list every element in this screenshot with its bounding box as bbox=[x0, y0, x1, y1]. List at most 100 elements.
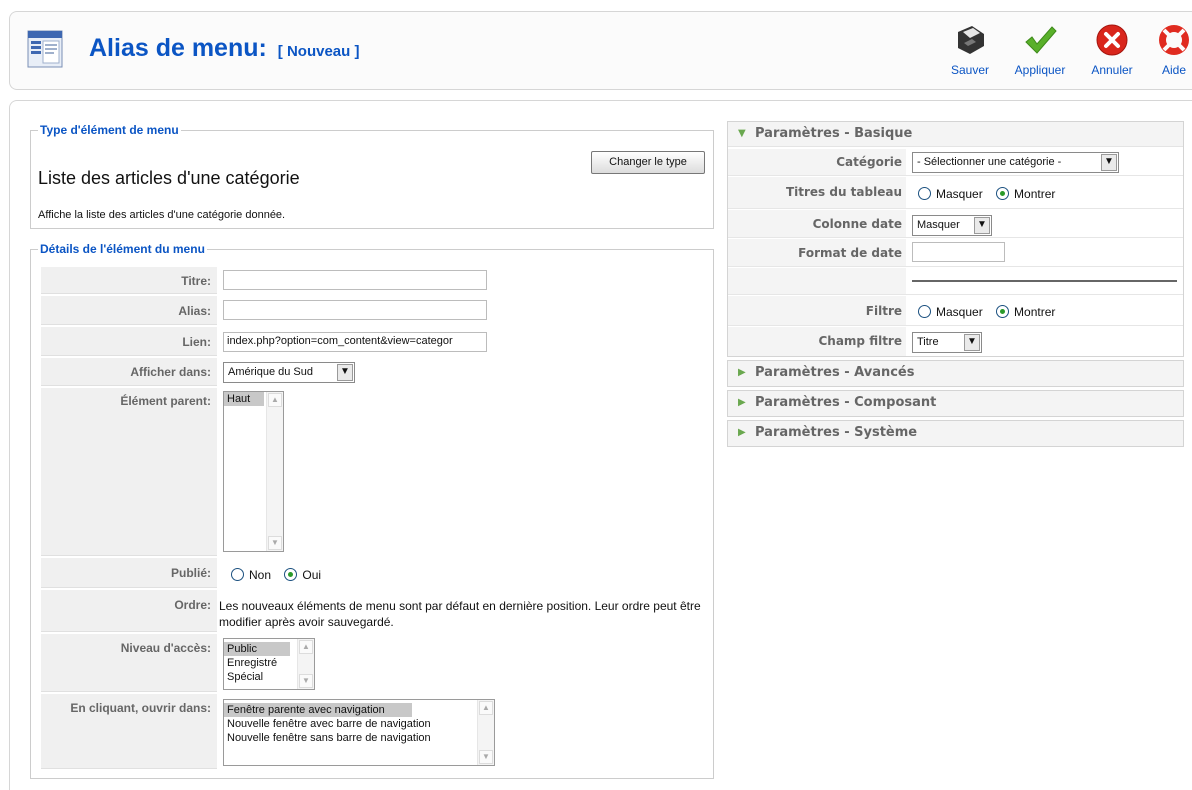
scroll-down-icon[interactable]: ▼ bbox=[479, 750, 493, 764]
published-yes-label: Oui bbox=[302, 568, 322, 582]
parent-option[interactable]: Haut bbox=[224, 392, 264, 406]
filter-show-label: Montrer bbox=[1014, 305, 1056, 319]
filter-show-radio[interactable] bbox=[996, 305, 1010, 318]
menu-type-heading: Liste des articles d'une catégorie bbox=[38, 168, 300, 188]
table-titles-hide-radio[interactable] bbox=[918, 187, 931, 200]
cancel-button[interactable]: Annuler bbox=[1077, 22, 1147, 77]
open-in-option[interactable]: Nouvelle fenêtre avec barre de navigatio… bbox=[224, 717, 494, 731]
category-select[interactable]: - Sélectionner une catégorie - ▼ bbox=[912, 152, 1119, 173]
toolbar: Alias de menu: [ Nouveau ] Sauver Appliq… bbox=[9, 11, 1192, 90]
save-label: Sauver bbox=[950, 63, 990, 77]
open-in-label: En cliquant, ouvrir dans: bbox=[41, 694, 217, 769]
parent-listbox[interactable]: Haut ▲ ▼ bbox=[223, 391, 284, 552]
triangle-right-icon: ▶ bbox=[738, 397, 746, 408]
help-label: Aide bbox=[1161, 63, 1187, 77]
filter-hide-radio[interactable] bbox=[918, 305, 931, 318]
access-listbox[interactable]: Public Enregistré Spécial ▲ ▼ bbox=[223, 638, 315, 690]
table-titles-label: Titres du tableau bbox=[728, 177, 906, 208]
chevron-down-icon: ▼ bbox=[974, 217, 990, 234]
scroll-down-icon[interactable]: ▼ bbox=[299, 674, 313, 688]
alias-row: Alias: bbox=[41, 296, 713, 325]
published-no-label: Non bbox=[249, 568, 272, 582]
link-row: Lien: index.php?option=com_content&view=… bbox=[41, 327, 713, 356]
category-label: Catégorie bbox=[728, 149, 906, 175]
alias-label: Alias: bbox=[41, 296, 217, 325]
save-icon bbox=[958, 26, 984, 54]
order-label: Ordre: bbox=[41, 590, 217, 632]
params-component-header[interactable]: ▶ Paramètres - Composant bbox=[728, 391, 1183, 416]
title-label: Titre: bbox=[41, 267, 217, 294]
access-option[interactable]: Public bbox=[224, 642, 290, 656]
order-note: Les nouveaux éléments de menu sont par d… bbox=[219, 599, 701, 629]
chevron-down-icon: ▼ bbox=[964, 334, 980, 351]
params-system-header[interactable]: ▶ Paramètres - Système bbox=[728, 421, 1183, 446]
separator-line bbox=[912, 280, 1177, 282]
params-advanced-header[interactable]: ▶ Paramètres - Avancés bbox=[728, 361, 1183, 386]
apply-label: Appliquer bbox=[1014, 63, 1066, 77]
filter-field-label: Champ filtre bbox=[728, 327, 906, 356]
filter-hide-label: Masquer bbox=[936, 305, 983, 319]
open-in-option[interactable]: Nouvelle fenêtre sans barre de navigatio… bbox=[224, 731, 494, 745]
open-in-option[interactable]: Fenêtre parente avec navigation bbox=[224, 703, 412, 717]
menu-type-fieldset: Type d'élément de menu Liste des article… bbox=[30, 123, 714, 229]
apply-icon bbox=[1025, 26, 1057, 54]
params-component-panel: ▶ Paramètres - Composant bbox=[727, 390, 1184, 417]
cancel-label: Annuler bbox=[1091, 63, 1133, 77]
date-column-select[interactable]: Masquer ▼ bbox=[912, 215, 992, 236]
parent-scrollbar[interactable]: ▲ ▼ bbox=[266, 392, 283, 551]
category-value: - Sélectionner une catégorie - bbox=[917, 156, 1062, 168]
scroll-up-icon[interactable]: ▲ bbox=[299, 640, 313, 654]
menu-type-legend: Type d'élément de menu bbox=[38, 123, 181, 137]
parent-label: Élément parent: bbox=[41, 388, 217, 556]
published-radios: Non Oui bbox=[231, 568, 331, 582]
table-titles-show-label: Montrer bbox=[1014, 187, 1056, 201]
save-button[interactable]: Sauver bbox=[935, 22, 1005, 77]
parent-row: Élément parent: Haut ▲ ▼ bbox=[41, 388, 713, 556]
cancel-icon bbox=[1096, 24, 1128, 56]
date-column-label: Colonne date bbox=[728, 210, 906, 237]
open-in-row: En cliquant, ouvrir dans: Fenêtre parent… bbox=[41, 694, 713, 769]
filter-radios: Masquer Montrer bbox=[918, 305, 1065, 319]
date-format-input[interactable] bbox=[912, 242, 1005, 262]
alias-input[interactable] bbox=[223, 300, 487, 320]
params-advanced-panel: ▶ Paramètres - Avancés bbox=[727, 360, 1184, 387]
help-button[interactable]: Aide bbox=[1149, 22, 1192, 77]
date-column-value: Masquer bbox=[917, 219, 960, 231]
title-row: Titre: bbox=[41, 267, 713, 294]
open-in-scrollbar[interactable]: ▲ ▼ bbox=[477, 700, 494, 765]
show-in-select[interactable]: Amérique du Sud ▼ bbox=[223, 362, 355, 383]
link-label: Lien: bbox=[41, 327, 217, 356]
params-basic-title: Paramètres - Basique bbox=[755, 126, 913, 141]
published-label: Publié: bbox=[41, 558, 217, 588]
apply-button[interactable]: Appliquer bbox=[1005, 22, 1075, 77]
filter-row: Filtre Masquer Montrer bbox=[728, 296, 1183, 326]
table-titles-show-radio[interactable] bbox=[996, 187, 1010, 200]
category-row: Catégorie - Sélectionner une catégorie -… bbox=[728, 149, 1183, 176]
chevron-down-icon: ▼ bbox=[1101, 154, 1117, 171]
scroll-down-icon[interactable]: ▼ bbox=[268, 536, 282, 550]
access-scrollbar[interactable]: ▲ ▼ bbox=[297, 639, 314, 689]
params-basic-header[interactable]: ▼ Paramètres - Basique bbox=[728, 122, 1183, 147]
date-column-row: Colonne date Masquer ▼ bbox=[728, 210, 1183, 238]
triangle-right-icon: ▶ bbox=[738, 367, 746, 378]
separator-key bbox=[728, 268, 906, 294]
params-basic-panel: ▼ Paramètres - Basique Catégorie - Sélec… bbox=[727, 121, 1184, 357]
menu-details-fieldset: Détails de l'élément du menu Titre: Alia… bbox=[30, 242, 714, 779]
scroll-up-icon[interactable]: ▲ bbox=[479, 701, 493, 715]
link-input[interactable]: index.php?option=com_content&view=catego… bbox=[223, 332, 487, 352]
published-no-radio[interactable] bbox=[231, 568, 244, 581]
open-in-listbox[interactable]: Fenêtre parente avec navigation Nouvelle… bbox=[223, 699, 495, 766]
menu-type-description: Affiche la liste des articles d'une caté… bbox=[38, 209, 286, 221]
page-title: Alias de menu: [ Nouveau ] bbox=[89, 34, 359, 63]
published-yes-radio[interactable] bbox=[284, 568, 298, 581]
title-input[interactable] bbox=[223, 270, 487, 290]
show-in-row: Afficher dans: Amérique du Sud ▼ bbox=[41, 358, 713, 386]
params-system-panel: ▶ Paramètres - Système bbox=[727, 420, 1184, 447]
date-format-row: Format de date bbox=[728, 239, 1183, 267]
separator-row bbox=[728, 268, 1183, 295]
scroll-up-icon[interactable]: ▲ bbox=[268, 393, 282, 407]
show-in-label: Afficher dans: bbox=[41, 358, 217, 386]
change-type-button[interactable]: Changer le type bbox=[591, 151, 705, 174]
filter-field-value: Titre bbox=[917, 336, 939, 348]
filter-field-select[interactable]: Titre ▼ bbox=[912, 332, 982, 353]
